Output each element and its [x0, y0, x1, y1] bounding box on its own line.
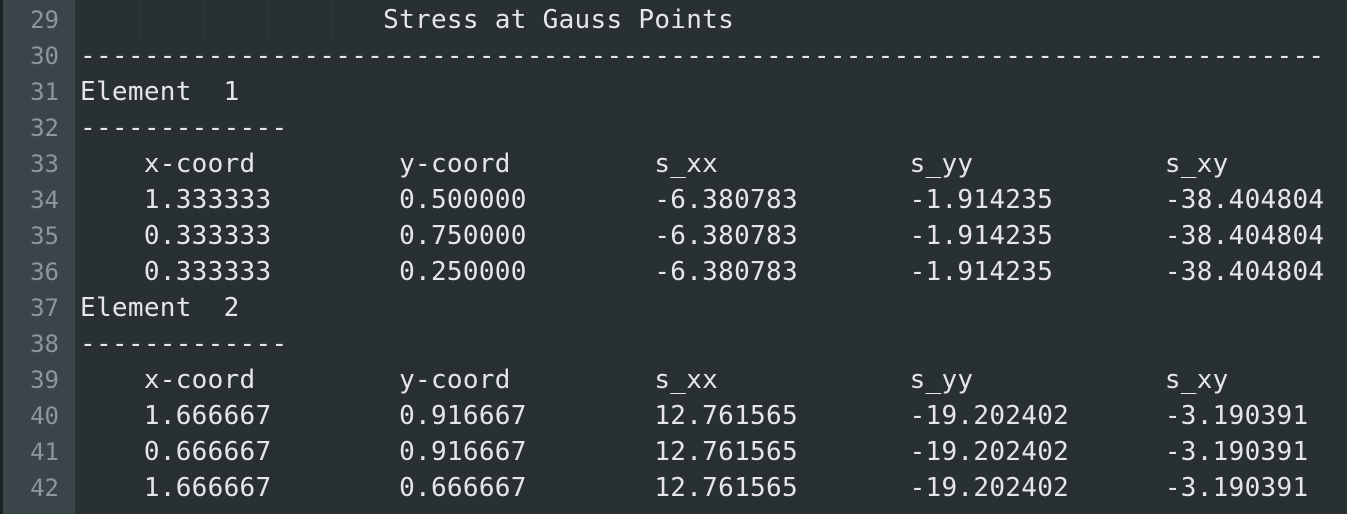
- line-number: 35: [30, 222, 59, 250]
- line-number: 38: [30, 330, 59, 358]
- line-text: Element 1: [80, 77, 240, 107]
- code-line[interactable]: 37 Element 2: [30, 290, 1347, 326]
- code-line[interactable]: 41 0.666667 0.916667 12.761565 -19.20240…: [30, 434, 1347, 470]
- line-number: 31: [30, 78, 59, 106]
- line-number: 40: [30, 402, 59, 430]
- code-text-area[interactable]: 29 Stress at Gauss Points 30 -----------…: [30, 0, 1347, 514]
- code-line[interactable]: 33 x-coord y-coord s_xx s_yy s_xy: [30, 146, 1347, 182]
- code-line[interactable]: 40 1.666667 0.916667 12.761565 -19.20240…: [30, 398, 1347, 434]
- line-text: 1.666667 0.916667 12.761565 -19.202402 -…: [80, 401, 1309, 431]
- code-line[interactable]: 30 -------------------------------------…: [30, 38, 1347, 74]
- line-number: 32: [30, 114, 59, 142]
- code-line[interactable]: 31 Element 1: [30, 74, 1347, 110]
- code-editor[interactable]: 29 Stress at Gauss Points 30 -----------…: [0, 0, 1347, 514]
- code-line[interactable]: 32 -------------: [30, 110, 1347, 146]
- line-number: 39: [30, 366, 59, 394]
- line-text: 0.333333 0.750000 -6.380783 -1.914235 -3…: [80, 221, 1325, 251]
- line-text: 1.666667 0.666667 12.761565 -19.202402 -…: [80, 473, 1309, 503]
- code-line[interactable]: 34 1.333333 0.500000 -6.380783 -1.914235…: [30, 182, 1347, 218]
- code-line[interactable]: 39 x-coord y-coord s_xx s_yy s_xy: [30, 362, 1347, 398]
- line-text: -------------: [80, 113, 288, 143]
- code-line[interactable]: 36 0.333333 0.250000 -6.380783 -1.914235…: [30, 254, 1347, 290]
- line-number: 33: [30, 150, 59, 178]
- code-line[interactable]: 38 -------------: [30, 326, 1347, 362]
- line-text: x-coord y-coord s_xx s_yy s_xy: [80, 149, 1229, 179]
- line-number: 41: [30, 438, 59, 466]
- line-number: 34: [30, 186, 59, 214]
- line-number: 36: [30, 258, 59, 286]
- line-text: ----------------------------------------…: [80, 41, 1325, 71]
- code-line[interactable]: 29 Stress at Gauss Points: [30, 2, 1347, 38]
- line-text: 0.333333 0.250000 -6.380783 -1.914235 -3…: [80, 257, 1325, 287]
- code-line[interactable]: 42 1.666667 0.666667 12.761565 -19.20240…: [30, 470, 1347, 506]
- line-text: Element 2: [80, 293, 240, 323]
- code-line[interactable]: 35 0.333333 0.750000 -6.380783 -1.914235…: [30, 218, 1347, 254]
- line-number: 42: [30, 474, 59, 502]
- line-number: 37: [30, 294, 59, 322]
- line-text: 0.666667 0.916667 12.761565 -19.202402 -…: [80, 437, 1309, 467]
- line-number: 29: [30, 6, 59, 34]
- line-text: 1.333333 0.500000 -6.380783 -1.914235 -3…: [80, 185, 1325, 215]
- line-text: -------------: [80, 329, 288, 359]
- line-text: x-coord y-coord s_xx s_yy s_xy: [80, 365, 1229, 395]
- line-number: 30: [30, 42, 59, 70]
- line-text: Stress at Gauss Points: [80, 5, 735, 35]
